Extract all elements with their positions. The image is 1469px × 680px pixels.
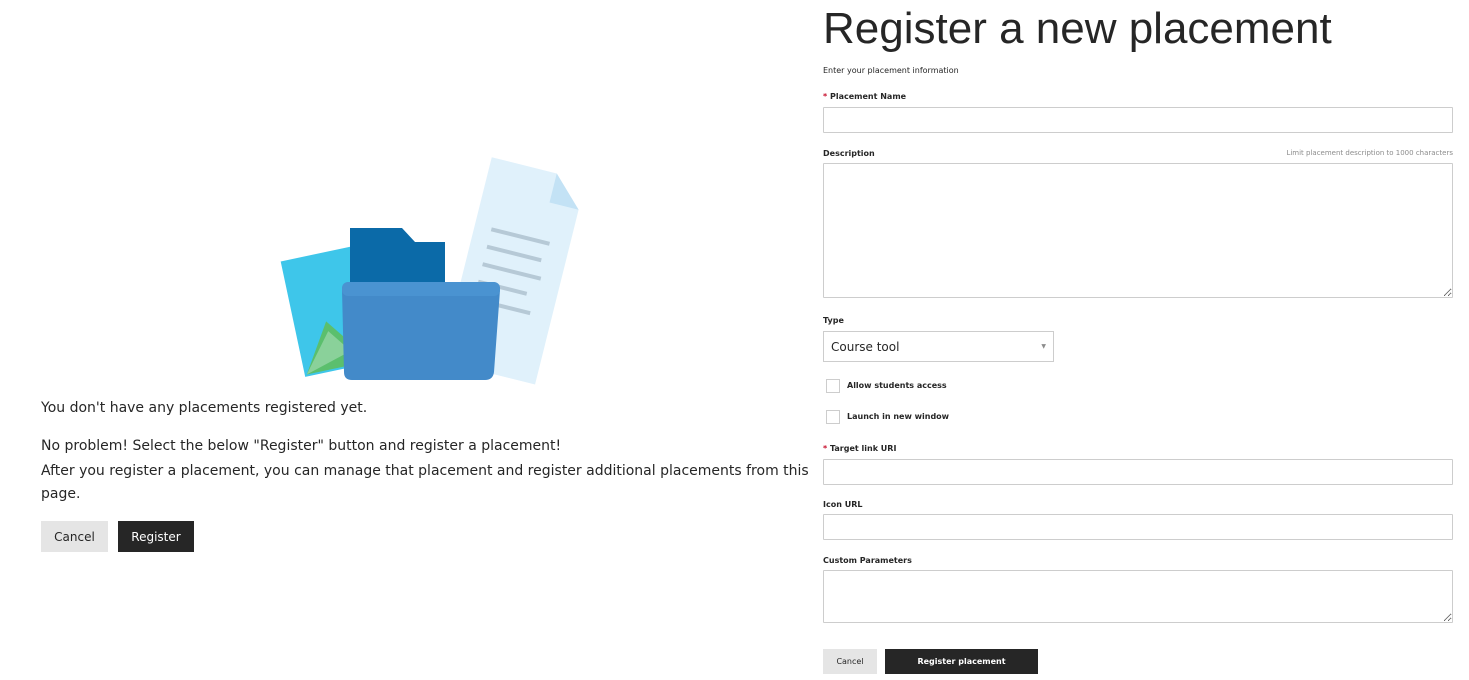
type-select[interactable]: Course tool ▼ (823, 331, 1054, 362)
empty-state-message-line3: page. (41, 486, 81, 502)
custom-parameters-label: Custom Parameters (823, 556, 912, 565)
folder-documents-illustration-icon (280, 157, 579, 385)
allow-students-access-label: Allow students access (847, 381, 947, 390)
empty-state-title: You don't have any placements registered… (41, 400, 368, 416)
empty-state-message-line2: After you register a placement, you can … (41, 463, 809, 479)
description-label: Description (823, 149, 875, 158)
target-link-uri-input[interactable] (823, 459, 1453, 485)
allow-students-access-checkbox[interactable] (826, 379, 840, 393)
target-link-uri-label: * Target link URI (823, 444, 896, 453)
form-subtitle: Enter your placement information (823, 66, 959, 75)
launch-new-window-label: Launch in new window (847, 412, 950, 421)
launch-new-window-checkbox[interactable] (826, 410, 840, 424)
custom-parameters-textarea[interactable] (823, 570, 1453, 623)
cancel-button[interactable]: Cancel (41, 521, 108, 552)
description-hint: Limit placement description to 1000 char… (1286, 149, 1453, 157)
register-button[interactable]: Register (118, 521, 194, 552)
placement-name-label: * Placement Name (823, 92, 906, 101)
page-title: Register a new placement (823, 4, 1332, 53)
type-select-value: Course tool (831, 340, 900, 354)
placement-name-label-text: Placement Name (829, 92, 907, 101)
empty-state-message: No problem! Select the below "Register" … (41, 438, 562, 454)
placement-name-input[interactable] (823, 107, 1453, 133)
empty-state-panel: You don't have any placements registered… (0, 0, 812, 680)
type-label: Type (823, 316, 844, 325)
description-textarea[interactable] (823, 163, 1453, 298)
register-placement-form: Register a new placement Enter your plac… (823, 0, 1453, 680)
required-marker: * (823, 92, 828, 101)
form-cancel-button[interactable]: Cancel (823, 649, 877, 674)
register-placement-button[interactable]: Register placement (885, 649, 1038, 674)
target-link-uri-label-text: Target link URI (829, 444, 897, 453)
required-marker: * (823, 444, 828, 453)
icon-url-input[interactable] (823, 514, 1453, 540)
icon-url-label: Icon URL (823, 500, 863, 509)
chevron-down-icon: ▼ (1041, 343, 1046, 350)
